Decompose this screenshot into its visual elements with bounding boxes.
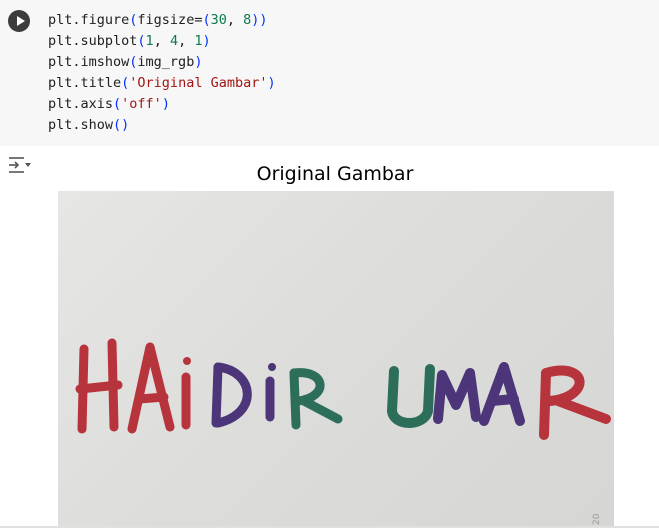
code-token: plt.show: [48, 117, 114, 133]
letter-h: [75, 338, 123, 434]
code-token: (: [202, 12, 211, 28]
code-line-6: plt.show(): [48, 115, 276, 136]
letter-d: [211, 362, 252, 428]
code-token: ,: [226, 12, 244, 28]
code-token: ): [121, 117, 130, 133]
letter-r-2: [539, 365, 611, 440]
output-settings-icon: [9, 157, 31, 173]
code-line-1: plt.figure(figsize=(30, 8)): [48, 10, 276, 31]
code-token: (: [113, 96, 122, 112]
code-token: 'off': [121, 96, 162, 112]
code-token: plt.imshow: [48, 54, 130, 70]
code-line-3: plt.imshow(img_rgb): [48, 52, 276, 73]
play-icon: [17, 16, 25, 26]
letter-a-2: [479, 362, 525, 426]
code-token: 30: [210, 12, 227, 28]
letter-u: [387, 364, 435, 428]
letter-a: [127, 342, 175, 434]
code-token: 1: [194, 33, 203, 49]
letter-r: [289, 368, 343, 430]
code-token: ): [202, 33, 211, 49]
code-token: ,: [178, 33, 195, 49]
letter-i: [181, 357, 191, 430]
output-settings-button[interactable]: [8, 154, 32, 176]
code-line-5: plt.axis('off'): [48, 94, 276, 115]
code-token: 4: [169, 33, 179, 49]
code-token: ): [194, 54, 203, 70]
code-editor[interactable]: plt.figure(figsize=(30, 8)) plt.subplot(1…: [48, 10, 276, 136]
code-token: plt.axis: [48, 96, 114, 112]
code-cell[interactable]: plt.figure(figsize=(30, 8)) plt.subplot(1…: [0, 0, 659, 146]
code-token: plt.figure: [48, 12, 130, 28]
code-token: (: [113, 117, 122, 133]
code-token: ,: [153, 33, 170, 49]
handwritten-name-image: 20: [75, 338, 611, 525]
output-image: 20: [58, 191, 614, 528]
code-token: ): [259, 12, 268, 28]
code-token: img_rgb: [137, 54, 195, 70]
code-token: plt.title: [48, 75, 122, 91]
plot-title: Original Gambar: [256, 163, 414, 185]
letter-m: [433, 368, 481, 424]
code-token: figsize=: [137, 12, 203, 28]
code-token: ): [161, 96, 170, 112]
code-line-2: plt.subplot(1, 4, 1): [48, 31, 276, 52]
code-token: (: [137, 33, 146, 49]
code-token: 'Original Gambar': [129, 75, 268, 91]
run-cell-button[interactable]: [8, 10, 30, 32]
letter-i-2: [265, 363, 276, 422]
image-watermark: 20: [592, 513, 602, 525]
code-token: 1: [145, 33, 154, 49]
code-token: ): [267, 75, 276, 91]
code-token: plt.subplot: [48, 33, 138, 49]
code-line-4: plt.title('Original Gambar'): [48, 73, 276, 94]
